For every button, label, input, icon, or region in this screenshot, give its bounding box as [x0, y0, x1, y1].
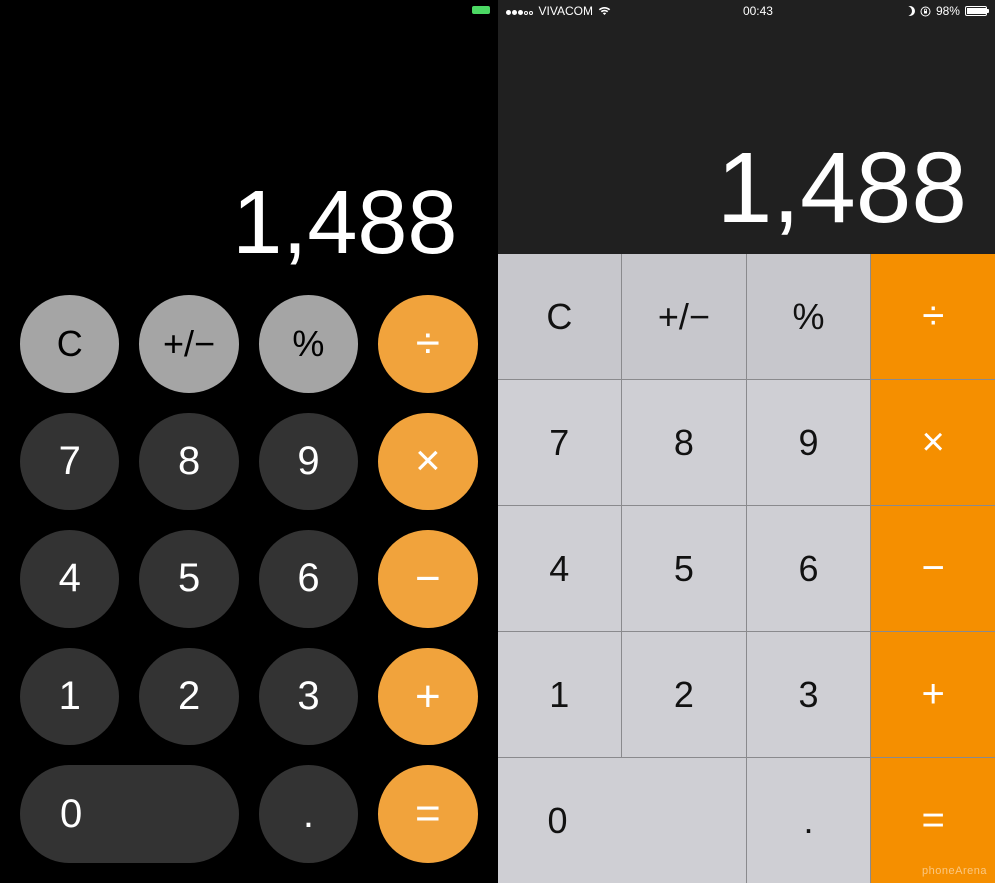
- digit-8-button[interactable]: 8: [622, 380, 746, 505]
- digit-4-button[interactable]: 4: [498, 506, 622, 631]
- divide-button[interactable]: ÷: [378, 295, 477, 393]
- multiply-button[interactable]: ×: [871, 380, 995, 505]
- decimal-button[interactable]: .: [747, 758, 871, 883]
- calculator-display: 1,488: [498, 22, 995, 254]
- battery-icon: [472, 6, 490, 14]
- digit-7-button[interactable]: 7: [498, 380, 622, 505]
- equals-button[interactable]: =: [378, 765, 477, 863]
- status-bar: VIVACOM 00:43 98%: [498, 0, 995, 22]
- plus-button[interactable]: +: [378, 648, 477, 746]
- digit-3-button[interactable]: 3: [747, 632, 871, 757]
- digit-6-button[interactable]: 6: [747, 506, 871, 631]
- sign-button[interactable]: +/−: [622, 254, 746, 379]
- keypad: C +/− % ÷ 7 8 9 × 4 5 6 − 1 2 3 + 0 . =: [0, 275, 498, 883]
- digit-5-button[interactable]: 5: [622, 506, 746, 631]
- sign-button[interactable]: +/−: [139, 295, 238, 393]
- calculator-display: 1,488: [0, 20, 498, 275]
- digit-6-button[interactable]: 6: [259, 530, 358, 628]
- digit-0-button[interactable]: 0: [498, 758, 746, 883]
- minus-button[interactable]: −: [871, 506, 995, 631]
- status-bar: [0, 0, 498, 20]
- multiply-button[interactable]: ×: [378, 413, 477, 511]
- carrier-label: VIVACOM: [539, 4, 593, 18]
- wifi-icon: [598, 6, 611, 16]
- digit-5-button[interactable]: 5: [139, 530, 238, 628]
- digit-3-button[interactable]: 3: [259, 648, 358, 746]
- battery-icon: [965, 6, 987, 16]
- watermark-label: phoneArena: [922, 865, 987, 877]
- percent-button[interactable]: %: [747, 254, 871, 379]
- signal-strength-icon: [506, 4, 534, 18]
- calculator-ios11: 1,488 C +/− % ÷ 7 8 9 × 4 5 6 − 1 2 3 + …: [0, 0, 498, 883]
- digit-7-button[interactable]: 7: [20, 413, 119, 511]
- minus-button[interactable]: −: [378, 530, 477, 628]
- digit-2-button[interactable]: 2: [622, 632, 746, 757]
- do-not-disturb-icon: [905, 6, 915, 16]
- plus-button[interactable]: +: [871, 632, 995, 757]
- digit-2-button[interactable]: 2: [139, 648, 238, 746]
- digit-9-button[interactable]: 9: [259, 413, 358, 511]
- percent-button[interactable]: %: [259, 295, 358, 393]
- digit-0-button[interactable]: 0: [20, 765, 239, 863]
- digit-8-button[interactable]: 8: [139, 413, 238, 511]
- clear-button[interactable]: C: [20, 295, 119, 393]
- digit-1-button[interactable]: 1: [20, 648, 119, 746]
- digit-9-button[interactable]: 9: [747, 380, 871, 505]
- digit-1-button[interactable]: 1: [498, 632, 622, 757]
- keypad: C +/− % ÷ 7 8 9 × 4 5 6 − 1 2 3 + 0 . =: [498, 254, 995, 883]
- calculator-ios10: VIVACOM 00:43 98% 1,488 C +/− % ÷ 7 8 9 …: [498, 0, 995, 883]
- orientation-lock-icon: [920, 6, 931, 17]
- clear-button[interactable]: C: [498, 254, 622, 379]
- clock-label: 00:43: [743, 4, 773, 18]
- decimal-button[interactable]: .: [259, 765, 358, 863]
- divide-button[interactable]: ÷: [871, 254, 995, 379]
- battery-percent-label: 98%: [936, 4, 960, 18]
- digit-4-button[interactable]: 4: [20, 530, 119, 628]
